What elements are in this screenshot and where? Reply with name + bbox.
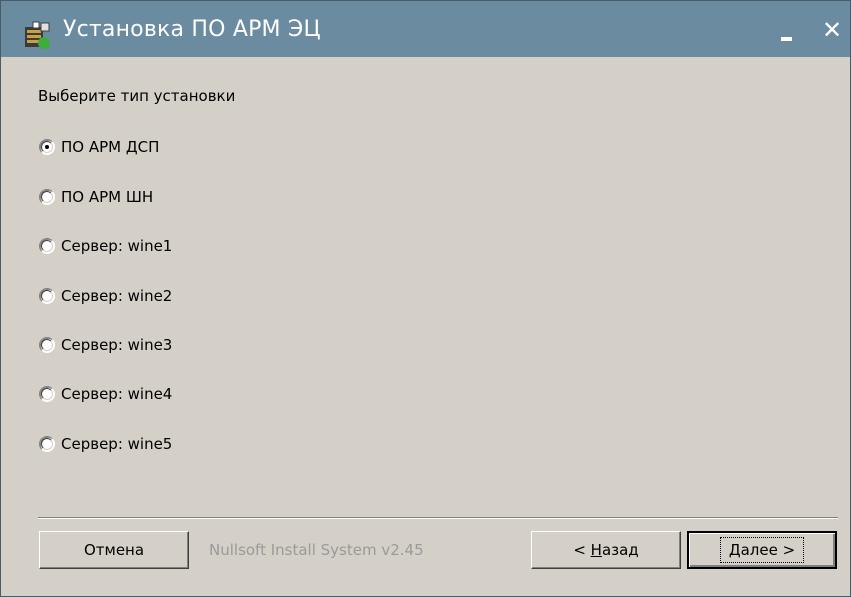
radio-option-arm-dsp[interactable]: ПО АРМ ДСП: [39, 136, 159, 158]
dialog-body: Выберите тип установки ПО АРМ ДСП ПО АРМ…: [1, 57, 850, 596]
radio-option-server-wine5[interactable]: Сервер: wine5: [39, 433, 172, 455]
radio-option-server-wine3[interactable]: Сервер: wine3: [39, 334, 172, 356]
radio-label: ПО АРМ ДСП: [61, 138, 160, 156]
install-type-prompt: Выберите тип установки: [38, 87, 236, 105]
radio-button[interactable]: [39, 288, 55, 304]
radio-dot: [45, 145, 49, 149]
radio-button[interactable]: [39, 189, 55, 205]
back-button[interactable]: < Назад: [531, 531, 681, 569]
radio-option-arm-shn[interactable]: ПО АРМ ШН: [39, 186, 153, 208]
radio-button[interactable]: [39, 139, 55, 155]
cancel-button[interactable]: Отмена: [39, 531, 189, 569]
window-title: Установка ПО АРМ ЭЦ: [63, 17, 321, 42]
cancel-button-label: Отмена: [83, 541, 145, 559]
radio-label: ПО АРМ ШН: [61, 188, 154, 206]
radio-option-server-wine4[interactable]: Сервер: wine4: [39, 383, 172, 405]
footer-separator: [38, 517, 838, 519]
radio-option-server-wine2[interactable]: Сервер: wine2: [39, 285, 172, 307]
installer-icon: [25, 21, 50, 49]
radio-button[interactable]: [39, 436, 55, 452]
radio-label: Сервер: wine2: [61, 287, 173, 305]
back-button-label: < Назад: [573, 541, 639, 559]
radio-label: Сервер: wine5: [61, 435, 173, 453]
radio-button[interactable]: [39, 337, 55, 353]
next-button-label: Далее >: [719, 537, 805, 563]
minimize-icon[interactable]: [771, 15, 801, 45]
radio-label: Сервер: wine4: [61, 385, 173, 403]
next-button[interactable]: Далее >: [687, 531, 837, 569]
radio-label: Сервер: wine1: [61, 237, 173, 255]
close-icon[interactable]: ✕: [817, 15, 847, 45]
title-bar[interactable]: Установка ПО АРМ ЭЦ ✕: [1, 1, 850, 57]
radio-option-server-wine1[interactable]: Сервер: wine1: [39, 235, 172, 257]
radio-button[interactable]: [39, 238, 55, 254]
radio-label: Сервер: wine3: [61, 336, 173, 354]
branding-text: Nullsoft Install System v2.45: [209, 541, 424, 559]
installer-window: Установка ПО АРМ ЭЦ ✕ Выберите тип устан…: [0, 0, 851, 597]
radio-button[interactable]: [39, 386, 55, 402]
